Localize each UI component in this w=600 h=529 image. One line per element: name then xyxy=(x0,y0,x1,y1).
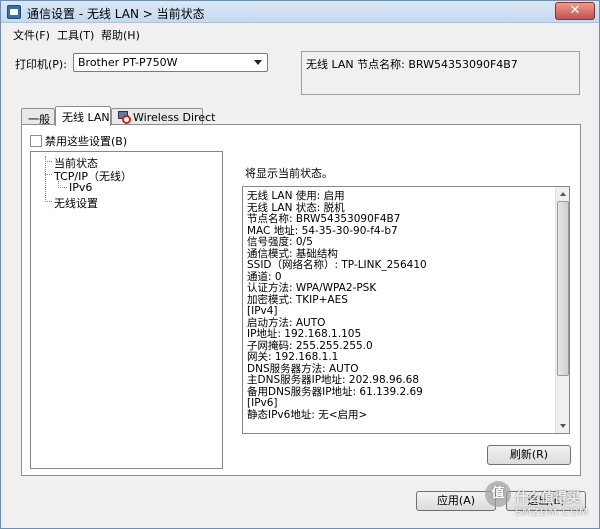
menu-tools[interactable]: 工具(T) xyxy=(57,27,94,43)
menu-file[interactable]: 文件(F) xyxy=(13,27,50,43)
tree-line xyxy=(45,156,46,202)
tree-line xyxy=(45,174,52,175)
status-line: SSID（网络名称）: TP-LINK_256410 xyxy=(247,259,427,271)
status-line: [IPv6] xyxy=(247,397,278,409)
tree-line xyxy=(45,201,52,202)
status-line: 认证方法: WPA/WPA2-PSK xyxy=(247,282,377,294)
tree-line xyxy=(45,161,52,162)
tab-wireless-direct[interactable]: Wireless Direct xyxy=(111,108,215,125)
disable-settings-checkbox[interactable]: 禁用这些设置(B) xyxy=(30,133,127,149)
tree-item-tcpip[interactable]: TCP/IP（无线） xyxy=(54,168,132,184)
status-line: 网关: 192.168.1.1 xyxy=(247,351,339,363)
tab-wireless-direct-label: Wireless Direct xyxy=(133,111,216,124)
status-line: 无线 LAN 使用: 启用 xyxy=(247,190,345,202)
status-line: [IPv4] xyxy=(247,305,278,317)
title-bar: 通信设置 - 无线 LAN > 当前状态 ✕ xyxy=(1,1,599,23)
printer-app-icon xyxy=(7,5,21,19)
status-line: 信号强度: 0/5 xyxy=(247,236,313,248)
settings-tree: 当前状态 TCP/IP（无线） IPv6 无线设置 xyxy=(30,151,223,469)
tree-line xyxy=(58,187,67,188)
status-text-box[interactable]: 无线 LAN 使用: 启用 无线 LAN 状态: 脱机 节点名称: BRW54353… xyxy=(242,186,570,434)
tree-item-ipv6[interactable]: IPv6 xyxy=(69,181,92,194)
scroll-thumb[interactable] xyxy=(557,201,569,376)
watermark: 值 什么值得买 SMZDM.COM xyxy=(485,479,595,525)
status-line: 静态IPv6地址: 无<启用> xyxy=(247,408,368,421)
watermark-logo-icon: 值 xyxy=(485,481,511,507)
vertical-scrollbar[interactable] xyxy=(555,187,569,433)
status-lines: 无线 LAN 使用: 启用 无线 LAN 状态: 脱机 节点名称: BRW54353… xyxy=(247,190,427,421)
checkbox-box[interactable] xyxy=(30,135,42,147)
tab-general[interactable]: 一般 xyxy=(21,108,55,126)
apply-button[interactable]: 应用(A) xyxy=(416,491,496,511)
tree-item-wireless-settings[interactable]: 无线设置 xyxy=(54,195,98,211)
status-line: 节点名称: BRW54353090F4B7 xyxy=(247,213,401,225)
tab-wireless-lan[interactable]: 无线 LAN xyxy=(55,106,111,126)
close-button[interactable]: ✕ xyxy=(555,2,595,20)
printer-select-value: Brother PT-P750W xyxy=(78,56,178,69)
watermark-text: 什么值得买 xyxy=(515,491,581,506)
printer-select[interactable]: Brother PT-P750W xyxy=(73,53,268,72)
scroll-up-icon[interactable] xyxy=(557,188,569,200)
watermark-sub: SMZDM.COM xyxy=(515,507,589,518)
dialog-window: 通信设置 - 无线 LAN > 当前状态 ✕ 文件(F) 工具(T) 帮助(H)… xyxy=(0,0,600,529)
window-title: 通信设置 - 无线 LAN > 当前状态 xyxy=(27,7,205,21)
menu-bar: 文件(F) 工具(T) 帮助(H) xyxy=(1,24,599,43)
node-name-box: 无线 LAN 节点名称: BRW54353090F4B7 xyxy=(301,51,580,95)
status-heading: 将显示当前状态。 xyxy=(245,167,333,180)
disabled-network-icon xyxy=(118,111,131,124)
chevron-down-icon xyxy=(254,60,262,65)
disable-settings-label: 禁用这些设置(B) xyxy=(45,135,128,148)
menu-help[interactable]: 帮助(H) xyxy=(101,27,140,43)
printer-label: 打印机(P): xyxy=(15,58,67,71)
scroll-down-icon[interactable] xyxy=(557,420,569,432)
status-line: 主DNS服务器IP地址: 202.98.96.68 xyxy=(247,374,420,386)
refresh-button[interactable]: 刷新(R) xyxy=(487,445,571,465)
status-line: IP地址: 192.168.1.105 xyxy=(247,328,362,340)
